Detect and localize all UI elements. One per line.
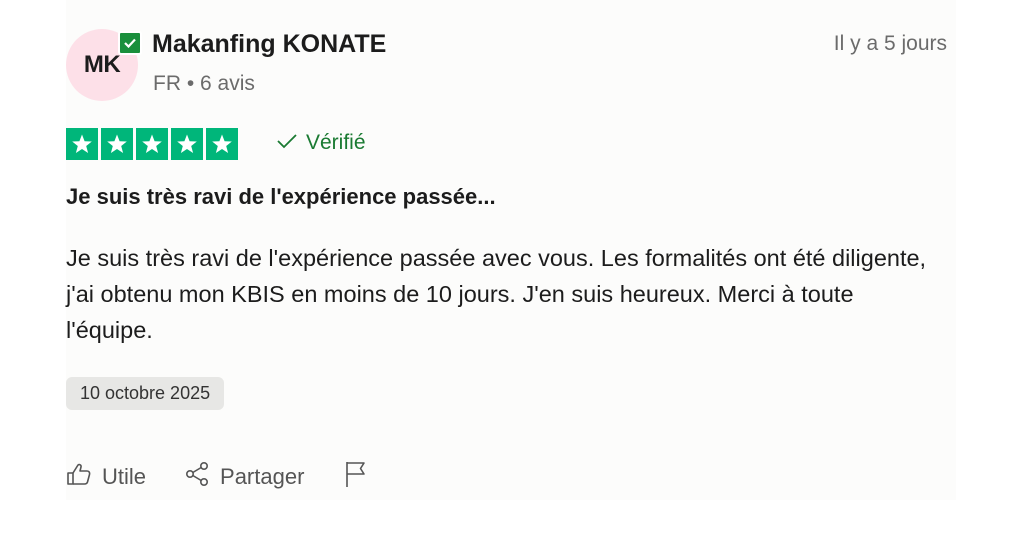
share-icon: [184, 461, 210, 493]
review-time-ago: Il y a 5 jours: [833, 32, 947, 55]
star-icon: [206, 128, 238, 160]
useful-label: Utile: [102, 464, 147, 489]
star-rating: [66, 128, 238, 160]
flag-icon: [344, 460, 368, 494]
star-icon: [171, 128, 203, 160]
review-date-badge: 10 octobre 2025: [66, 377, 225, 410]
useful-button[interactable]: Utile: [66, 462, 146, 492]
share-button[interactable]: Partager: [184, 461, 304, 493]
review-actions: Utile Partager: [66, 460, 368, 494]
star-icon: [66, 128, 98, 160]
review-date: 10 octobre 2025: [80, 383, 211, 403]
review-title: Je suis très ravi de l'expérience passée…: [66, 184, 496, 209]
verified-user-badge-icon: [118, 31, 142, 55]
star-icon: [136, 128, 168, 160]
review-body: Je suis très ravi de l'expérience passée…: [66, 245, 927, 343]
author-name[interactable]: Makanfing KONATE: [152, 30, 386, 59]
checkmark-icon: [276, 131, 298, 155]
avatar-initials: MK: [83, 51, 121, 78]
report-button[interactable]: [344, 460, 368, 494]
verified-indicator[interactable]: Vérifié: [276, 131, 366, 155]
share-label: Partager: [220, 464, 305, 489]
verified-label: Vérifié: [306, 131, 366, 154]
author-meta: FR • 6 avis: [153, 72, 255, 95]
thumbs-up-icon: [66, 462, 92, 492]
star-icon: [101, 128, 133, 160]
